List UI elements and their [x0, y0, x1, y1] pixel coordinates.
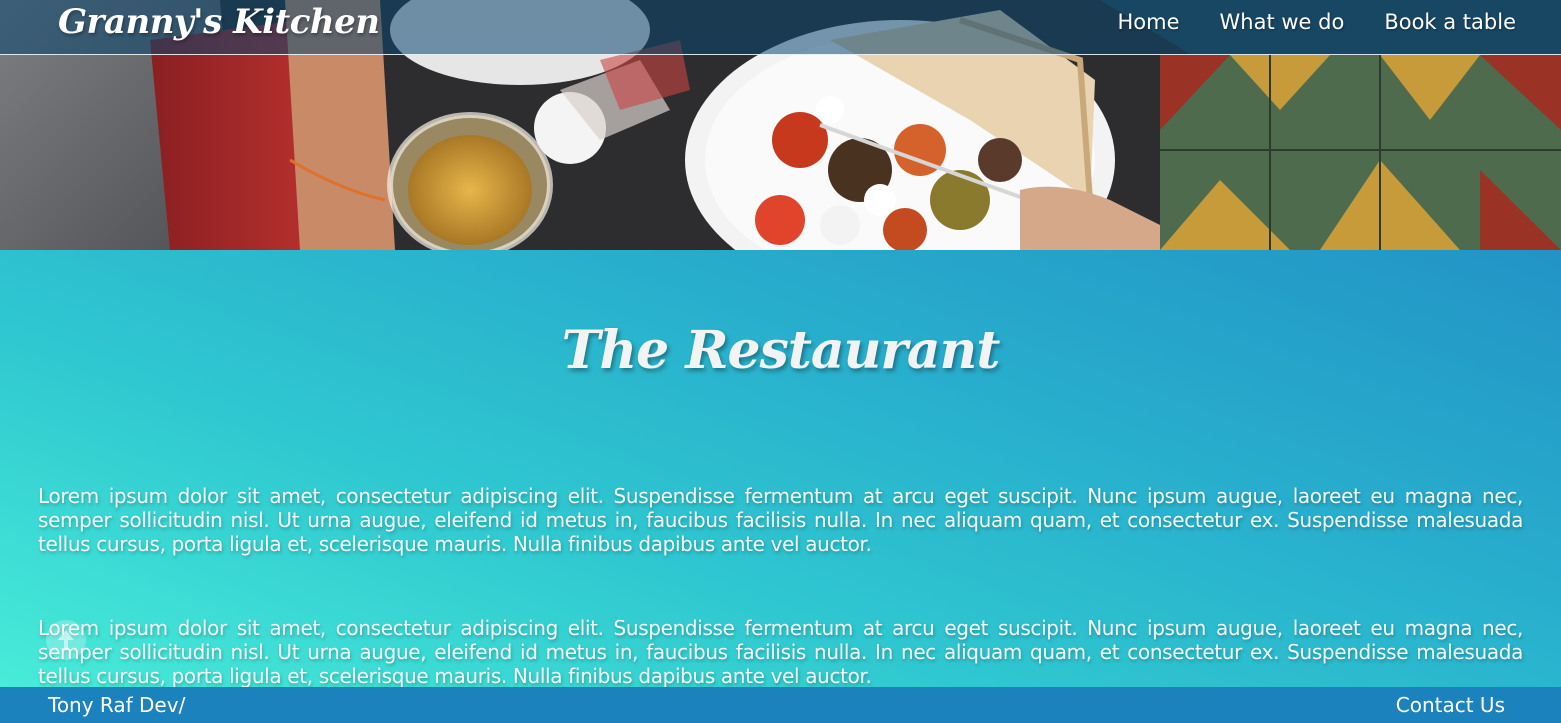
arrow-up-icon — [58, 630, 74, 650]
brand-logo[interactable]: Granny's Kitchen — [58, 2, 380, 42]
footer-credit-link[interactable]: Tony Raf Dev/ — [48, 693, 185, 717]
paragraph-1: Lorem ipsum dolor sit amet, consectetur … — [38, 484, 1523, 556]
restaurant-section: The Restaurant Lorem ipsum dolor sit ame… — [0, 250, 1561, 688]
scroll-top-button[interactable] — [46, 620, 86, 660]
paragraph-2: Lorem ipsum dolor sit amet, consectetur … — [38, 616, 1523, 688]
footer: Tony Raf Dev/ Contact Us — [0, 687, 1561, 723]
contact-us-link[interactable]: Contact Us — [1396, 693, 1505, 717]
nav-link-what-we-do[interactable]: What we do — [1220, 10, 1345, 34]
nav-link-home[interactable]: Home — [1118, 10, 1180, 34]
nav-menu: Home What we do Book a table — [1118, 10, 1517, 34]
nav-link-book-a-table[interactable]: Book a table — [1384, 10, 1516, 34]
navbar: Granny's Kitchen Home What we do Book a … — [0, 0, 1561, 55]
section-title: The Restaurant — [561, 320, 1001, 381]
